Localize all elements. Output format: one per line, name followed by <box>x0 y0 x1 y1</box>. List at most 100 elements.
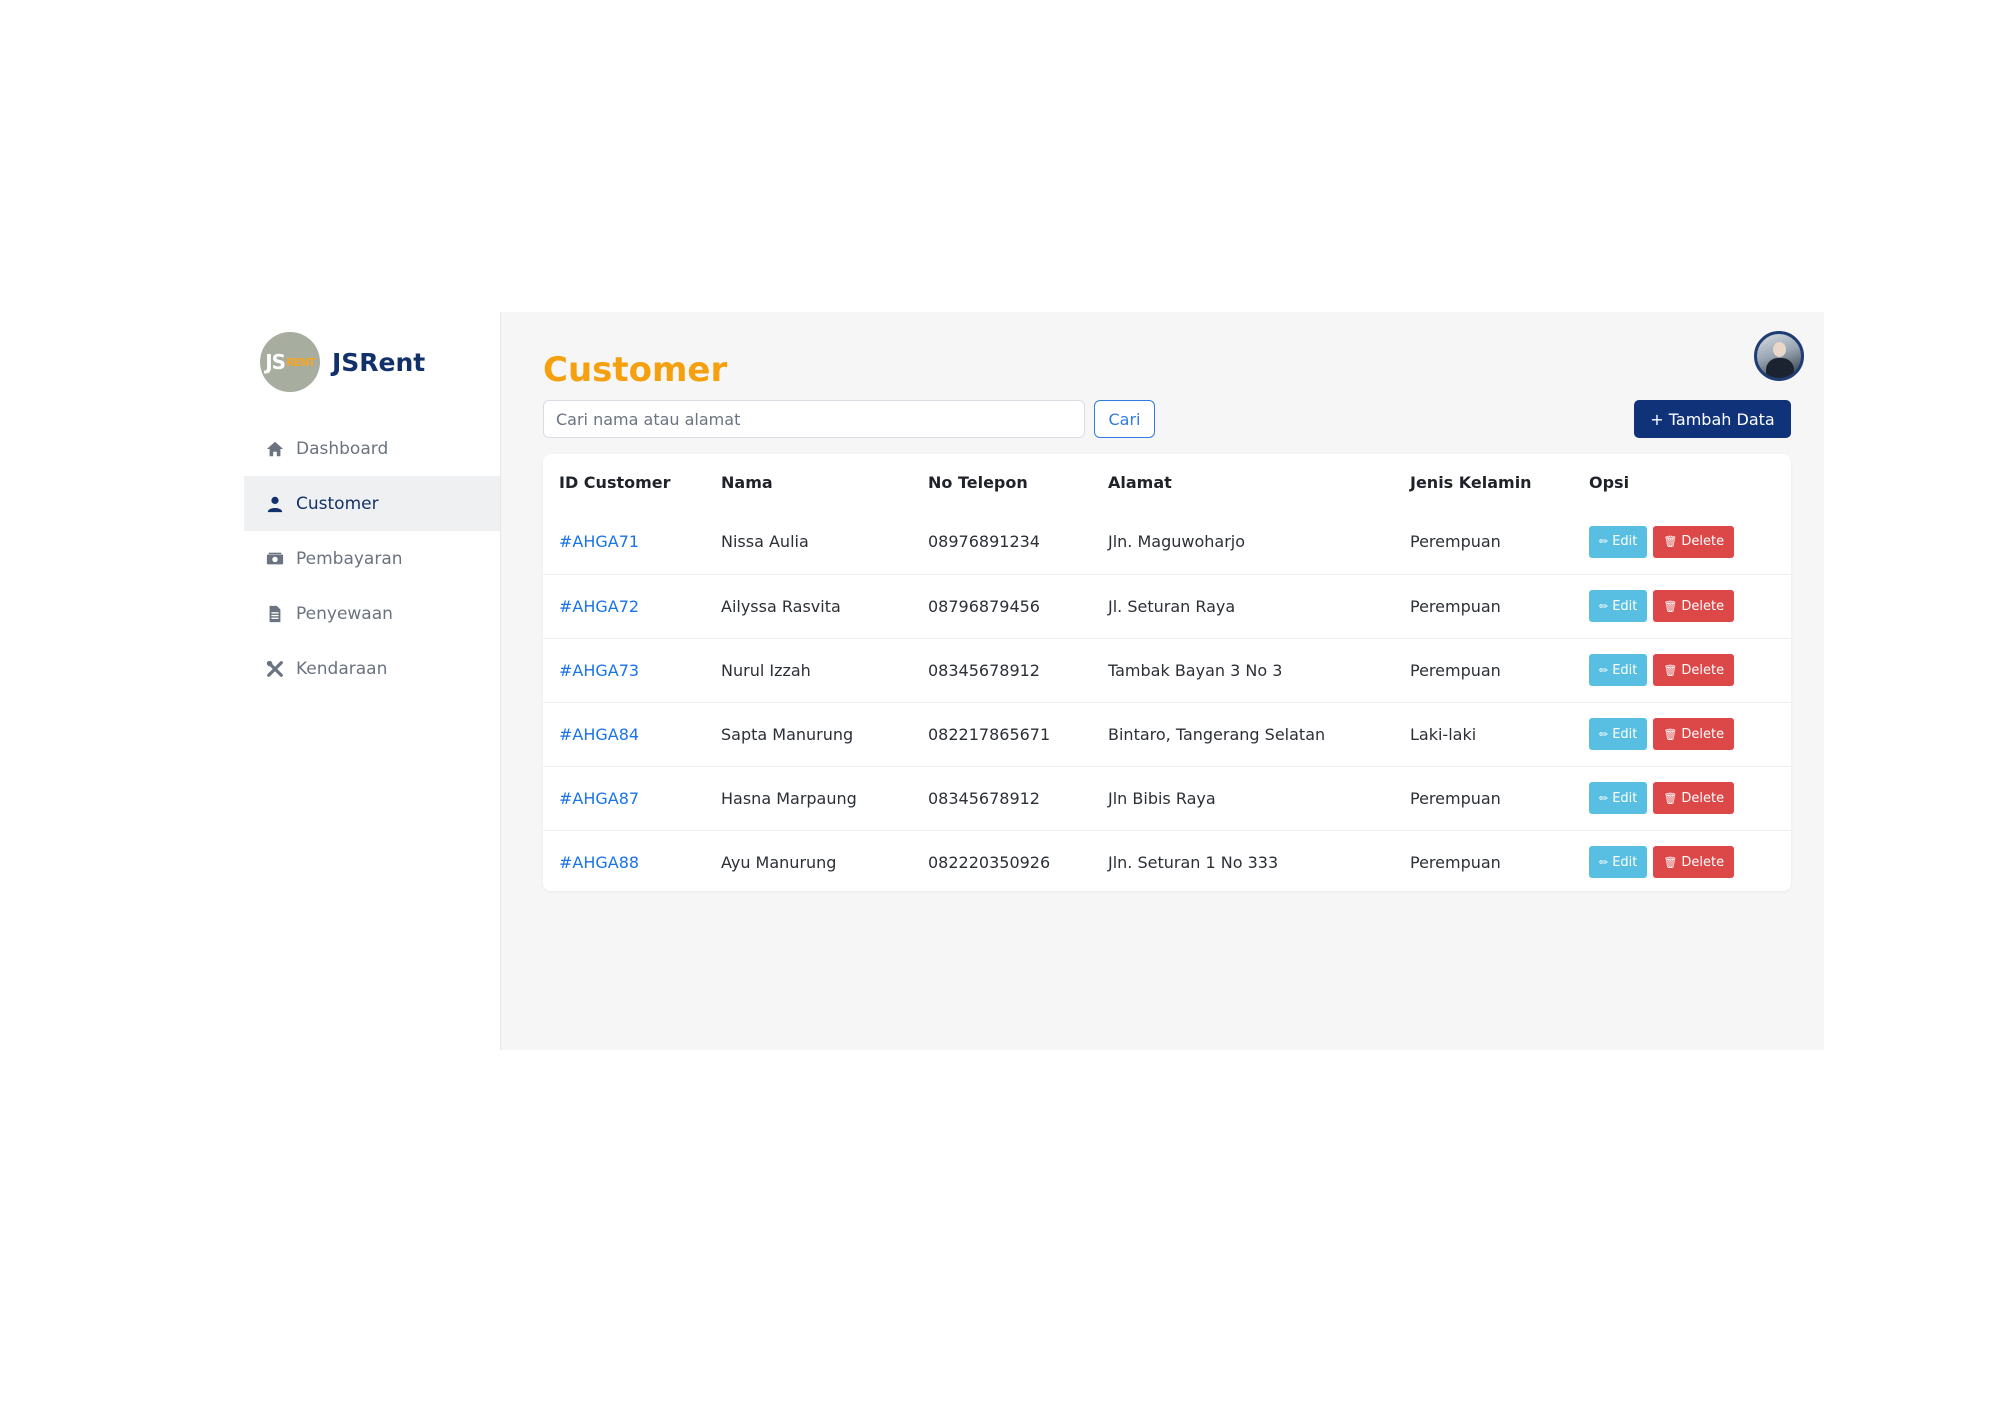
table-row: #AHGA84 Sapta Manurung 082217865671 Bint… <box>543 702 1791 766</box>
delete-button[interactable]: 🗑 Delete <box>1653 718 1735 750</box>
customer-name: Nurul Izzah <box>721 660 811 680</box>
delete-button[interactable]: 🗑 Delete <box>1653 590 1735 622</box>
row-actions: ✏ Edit 🗑 Delete <box>1573 510 1791 574</box>
search-input[interactable] <box>543 400 1085 438</box>
column-header-alamat: Alamat <box>1108 472 1172 492</box>
customer-name: Sapta Manurung <box>721 724 854 744</box>
delete-label: Delete <box>1681 854 1725 870</box>
column-header-kelamin: Jenis Kelamin <box>1410 472 1532 492</box>
column-header-opsi: Opsi <box>1589 472 1630 492</box>
customer-phone: 082217865671 <box>928 724 1051 744</box>
page-title: Customer <box>543 350 728 390</box>
customer-id-link[interactable]: #AHGA73 <box>543 638 705 702</box>
edit-button[interactable]: ✏ Edit <box>1589 782 1648 814</box>
customer-address: Tambak Bayan 3 No 3 <box>1108 660 1283 680</box>
document-icon <box>264 603 286 625</box>
table-row: #AHGA71 Nissa Aulia 08976891234 Jln. Mag… <box>543 510 1791 574</box>
logo-subtext: RENT <box>286 355 316 369</box>
row-actions: ✏ Edit 🗑 Delete <box>1573 830 1791 894</box>
table-header-row: ID Customer Nama No Telepon Alamat Jenis… <box>543 454 1791 510</box>
table-row: #AHGA87 Hasna Marpaung 08345678912 Jln B… <box>543 766 1791 830</box>
customer-gender: Perempuan <box>1410 788 1501 808</box>
brand-name: JSRent <box>332 347 426 377</box>
trash-icon: 🗑 <box>1663 855 1678 869</box>
customer-id-link[interactable]: #AHGA72 <box>543 574 705 638</box>
table-row: #AHGA88 Ayu Manurung 082220350926 Jln. S… <box>543 830 1791 894</box>
trash-icon: 🗑 <box>1663 535 1678 549</box>
delete-button[interactable]: 🗑 Delete <box>1653 654 1735 686</box>
avatar-head <box>1773 342 1786 357</box>
delete-button[interactable]: 🗑 Delete <box>1653 525 1735 558</box>
table-row: #AHGA73 Nurul Izzah 08345678912 Tambak B… <box>543 638 1791 702</box>
delete-label: Delete <box>1681 534 1725 550</box>
edit-button[interactable]: ✏ Edit <box>1589 525 1648 558</box>
customer-name: Ayu Manurung <box>721 852 837 872</box>
row-actions: ✏ Edit 🗑 Delete <box>1573 766 1791 830</box>
customer-phone: 08976891234 <box>928 532 1040 552</box>
edit-button[interactable]: ✏ Edit <box>1589 718 1648 750</box>
sidebar-item-penyewaan[interactable]: Penyewaan <box>244 586 500 641</box>
pencil-icon: ✏ <box>1599 599 1609 613</box>
customer-gender: Laki-laki <box>1410 724 1477 744</box>
edit-button[interactable]: ✏ Edit <box>1589 846 1648 879</box>
customer-address: Jl. Seturan Raya <box>1108 596 1236 616</box>
avatar-body <box>1766 358 1794 378</box>
sidebar-item-label: Kendaraan <box>296 658 388 679</box>
customer-phone: 08345678912 <box>928 660 1040 680</box>
delete-label: Delete <box>1681 726 1725 742</box>
search-button[interactable]: Cari <box>1094 400 1155 438</box>
pencil-icon: ✏ <box>1599 855 1609 869</box>
customer-address: Jln Bibis Raya <box>1108 788 1216 808</box>
edit-button[interactable]: ✏ Edit <box>1589 590 1648 622</box>
sidebar-item-label: Dashboard <box>296 438 389 459</box>
customer-id-link[interactable]: #AHGA84 <box>543 702 705 766</box>
row-actions: ✏ Edit 🗑 Delete <box>1573 702 1791 766</box>
customer-table-card: ID Customer Nama No Telepon Alamat Jenis… <box>543 454 1791 891</box>
customer-table: ID Customer Nama No Telepon Alamat Jenis… <box>543 454 1791 894</box>
home-icon <box>264 438 286 460</box>
pencil-icon: ✏ <box>1599 663 1609 677</box>
customer-gender: Perempuan <box>1410 852 1501 872</box>
customer-id-link[interactable]: #AHGA88 <box>543 830 705 894</box>
sidebar-item-customer[interactable]: Customer <box>244 476 500 531</box>
sidebar-item-label: Customer <box>296 493 379 514</box>
edit-label: Edit <box>1612 598 1638 614</box>
user-icon <box>264 493 286 515</box>
sidebar-item-pembayaran[interactable]: Pembayaran <box>244 531 500 586</box>
customer-address: Jln. Seturan 1 No 333 <box>1108 852 1279 872</box>
pencil-icon: ✏ <box>1599 535 1609 549</box>
sidebar-nav: Dashboard Customer Pembayaran Penyewaan <box>244 421 500 696</box>
customer-address: Bintaro, Tangerang Selatan <box>1108 724 1326 744</box>
column-header-id: ID Customer <box>559 472 671 492</box>
customer-gender: Perempuan <box>1410 532 1501 552</box>
app-window: JS RENT JSRent Dashboard Customer Pembay… <box>244 312 1824 1050</box>
customer-phone: 08345678912 <box>928 788 1040 808</box>
edit-label: Edit <box>1612 790 1638 806</box>
row-actions: ✏ Edit 🗑 Delete <box>1573 574 1791 638</box>
delete-label: Delete <box>1681 598 1725 614</box>
sidebar-item-dashboard[interactable]: Dashboard <box>244 421 500 476</box>
brand-logo: JS RENT <box>260 332 320 392</box>
customer-phone: 08796879456 <box>928 596 1040 616</box>
edit-label: Edit <box>1612 662 1638 678</box>
delete-label: Delete <box>1681 662 1725 678</box>
edit-button[interactable]: ✏ Edit <box>1589 654 1648 686</box>
customer-id-link[interactable]: #AHGA87 <box>543 766 705 830</box>
delete-button[interactable]: 🗑 Delete <box>1653 846 1735 879</box>
customer-name: Ailyssa Rasvita <box>721 596 841 616</box>
customer-phone: 082220350926 <box>928 852 1051 872</box>
delete-button[interactable]: 🗑 Delete <box>1653 782 1735 814</box>
sidebar-item-label: Penyewaan <box>296 603 393 624</box>
customer-id-link[interactable]: #AHGA71 <box>543 510 705 574</box>
brand[interactable]: JS RENT JSRent <box>260 332 425 392</box>
customer-name: Nissa Aulia <box>721 532 809 552</box>
sidebar-item-kendaraan[interactable]: Kendaraan <box>244 641 500 696</box>
user-avatar[interactable] <box>1754 331 1804 381</box>
add-data-button[interactable]: + Tambah Data <box>1634 400 1791 438</box>
tools-icon <box>264 658 286 680</box>
pencil-icon: ✏ <box>1599 791 1609 805</box>
edit-label: Edit <box>1612 854 1638 870</box>
trash-icon: 🗑 <box>1663 727 1678 741</box>
sidebar: JS RENT JSRent Dashboard Customer Pembay… <box>244 312 500 1050</box>
customer-gender: Perempuan <box>1410 596 1501 616</box>
